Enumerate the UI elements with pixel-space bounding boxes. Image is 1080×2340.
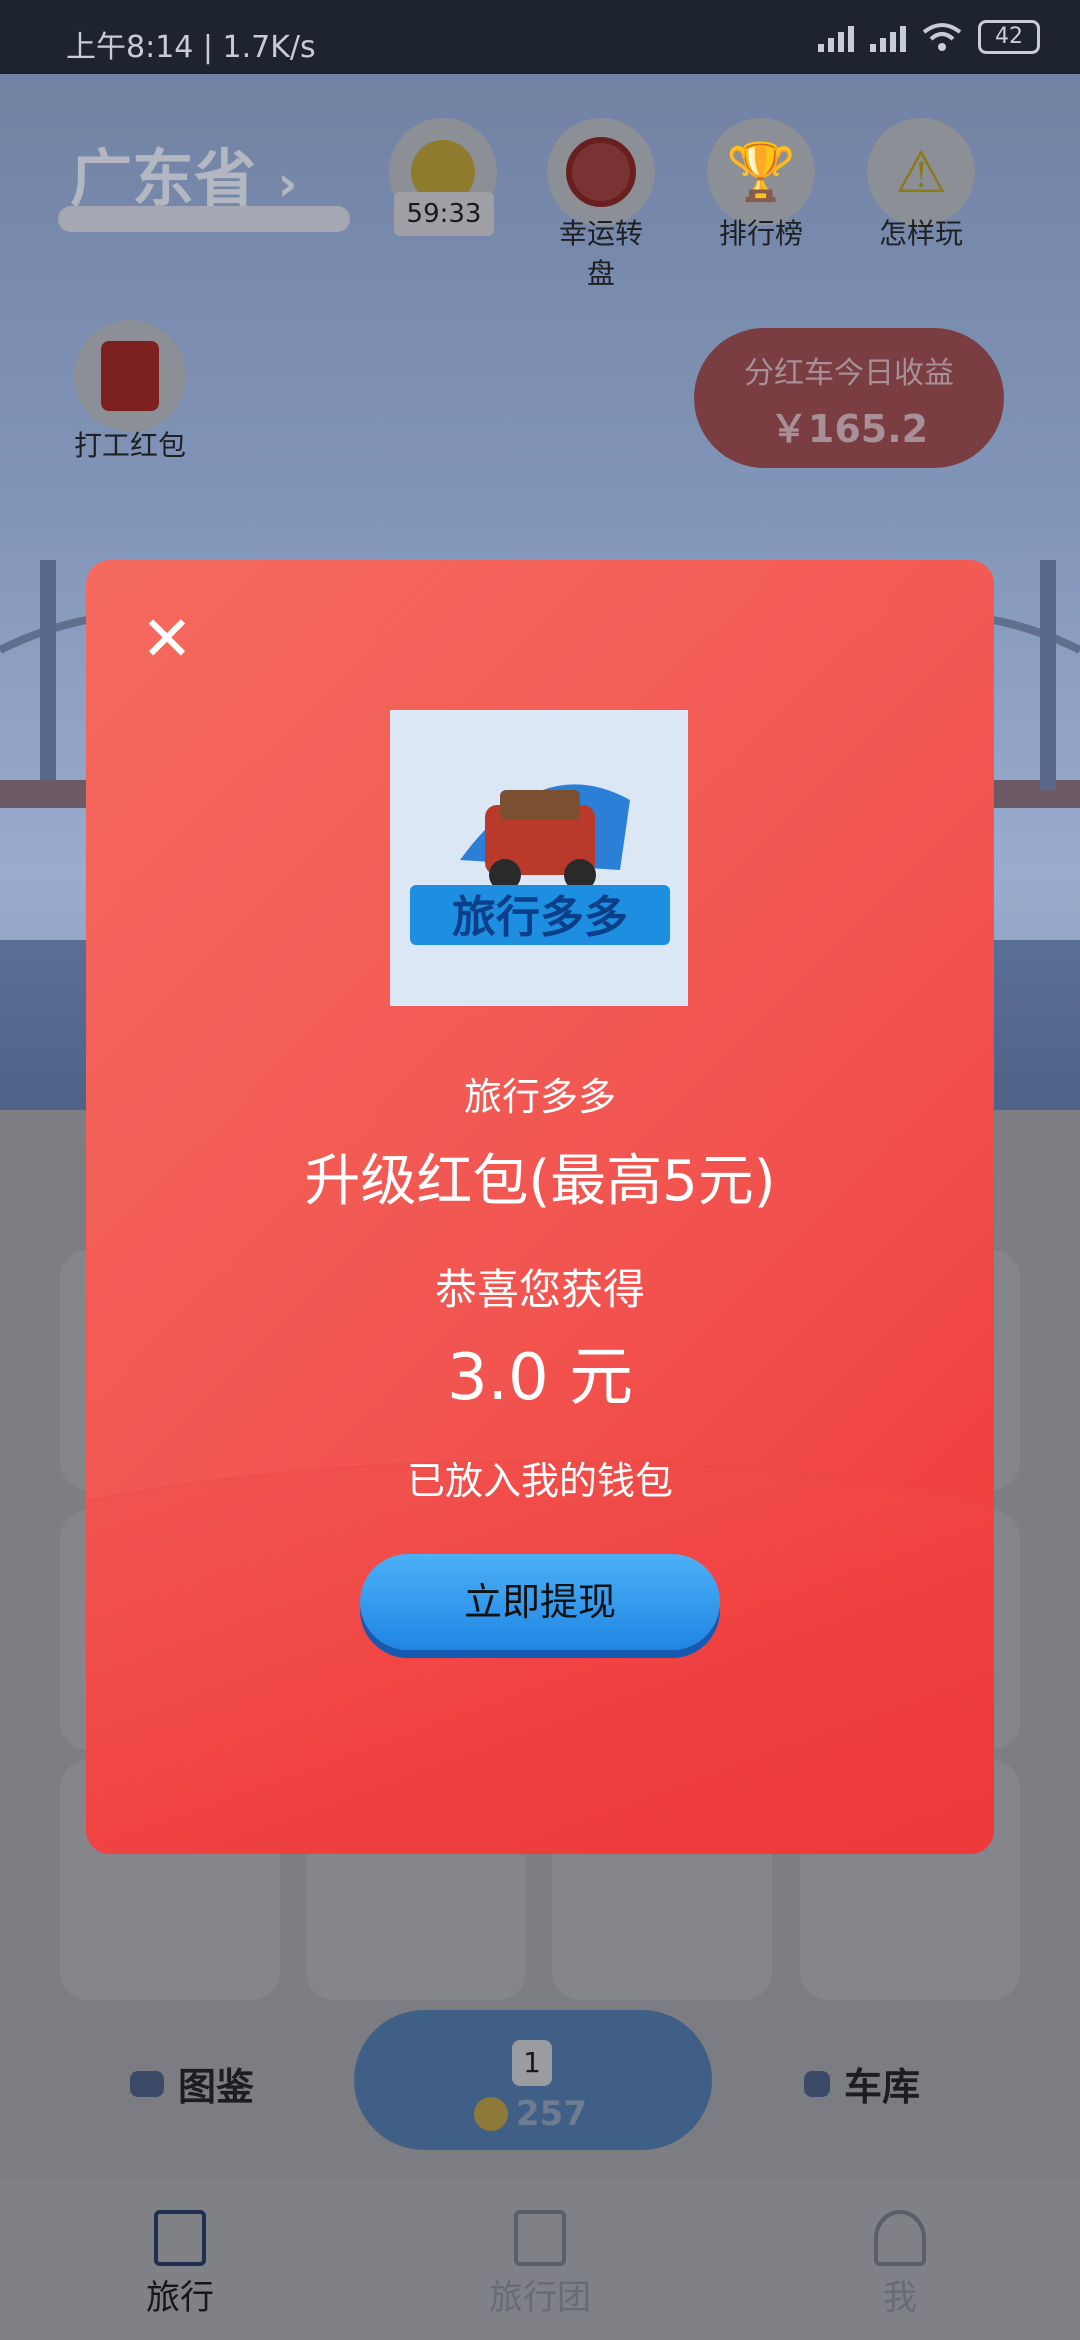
- warning-icon: ⚠: [867, 118, 975, 226]
- reward-title: 升级红包(最高5元): [304, 1149, 776, 1214]
- nav-travel-group[interactable]: 旅行团: [440, 2210, 640, 2319]
- car-count-badge: 1: [512, 2040, 552, 2086]
- garage-icon: [803, 2070, 830, 2097]
- trophy-icon: 🏆: [707, 118, 815, 226]
- how-to-play-button[interactable]: ⚠ 怎样玩: [866, 118, 976, 252]
- coin-icon: [474, 2097, 508, 2131]
- app-logo-image: 旅行多多: [390, 710, 688, 1006]
- progress-bar: [58, 206, 350, 232]
- congrats-text: 恭喜您获得: [434, 1265, 645, 1314]
- buy-price-value: 257: [516, 2094, 587, 2134]
- leaderboard-label: 排行榜: [718, 217, 803, 250]
- gallery-button[interactable]: 图鉴: [130, 2056, 254, 2111]
- wheel-icon: [547, 118, 655, 226]
- reward-amount: 3.0 元: [446, 1341, 634, 1415]
- nav-me-label: 我: [883, 2278, 917, 2318]
- how-to-play-label: 怎样玩: [878, 217, 963, 250]
- app-name: 旅行多多: [463, 1075, 616, 1119]
- buy-price: 257: [474, 2094, 587, 2134]
- close-icon[interactable]: ✕: [134, 608, 200, 674]
- lucky-wheel-label: 幸运转盘: [558, 217, 643, 290]
- earnings-badge[interactable]: 分红车今日收益 ￥165.2: [694, 328, 1004, 468]
- nav-travel[interactable]: 旅行: [80, 2210, 280, 2319]
- earnings-title: 分红车今日收益: [744, 356, 954, 391]
- earnings-value: ￥165.2: [769, 407, 929, 451]
- flag-icon: [514, 2210, 566, 2266]
- car-icon: [130, 2070, 164, 2097]
- chevron-right-icon: ›: [277, 156, 298, 212]
- countdown-timer: 59:33: [394, 192, 494, 236]
- bottom-nav: 旅行 旅行团 我: [0, 2180, 1080, 2340]
- nav-me[interactable]: 我: [800, 2210, 1000, 2319]
- province-label: 广东省: [70, 142, 257, 215]
- buy-car-button[interactable]: 1 257: [354, 2010, 712, 2150]
- travel-icon: [154, 2210, 206, 2266]
- signal-icon: [818, 22, 854, 52]
- gallery-label: 图鉴: [178, 2065, 255, 2109]
- garage-button[interactable]: 车库: [803, 2056, 920, 2111]
- work-redpacket-label: 打工红包: [73, 429, 186, 462]
- person-icon: [874, 2210, 926, 2266]
- reward-modal: ✕ 旅行多多 旅行多多 升级红包(最高5元) 恭喜您获得 3.0 元 已放入我的…: [86, 560, 994, 1854]
- status-bar: 上午8:14 | 1.7K/s 42: [0, 0, 1080, 74]
- wallet-note: 已放入我的钱包: [406, 1459, 673, 1503]
- red-envelope-icon: [74, 320, 186, 432]
- withdraw-button[interactable]: 立即提现: [360, 1554, 720, 1650]
- province-selector[interactable]: 广东省 ›: [70, 128, 297, 218]
- garage-label: 车库: [843, 2065, 920, 2109]
- nav-travel-group-label: 旅行团: [489, 2278, 591, 2318]
- status-time: 上午8:14 | 1.7K/s: [66, 30, 316, 65]
- wifi-icon: [922, 23, 962, 51]
- signal-hd-icon: [870, 22, 906, 52]
- logo-lettering: 旅行多多: [452, 892, 628, 943]
- leaderboard-button[interactable]: 🏆 排行榜: [706, 118, 816, 252]
- modal-lower-section: [86, 1460, 994, 1854]
- battery-icon: 42: [978, 20, 1040, 54]
- lucky-wheel-button[interactable]: 幸运转盘: [546, 118, 656, 292]
- nav-travel-label: 旅行: [146, 2278, 214, 2318]
- work-redpacket-button[interactable]: 打工红包: [70, 320, 190, 464]
